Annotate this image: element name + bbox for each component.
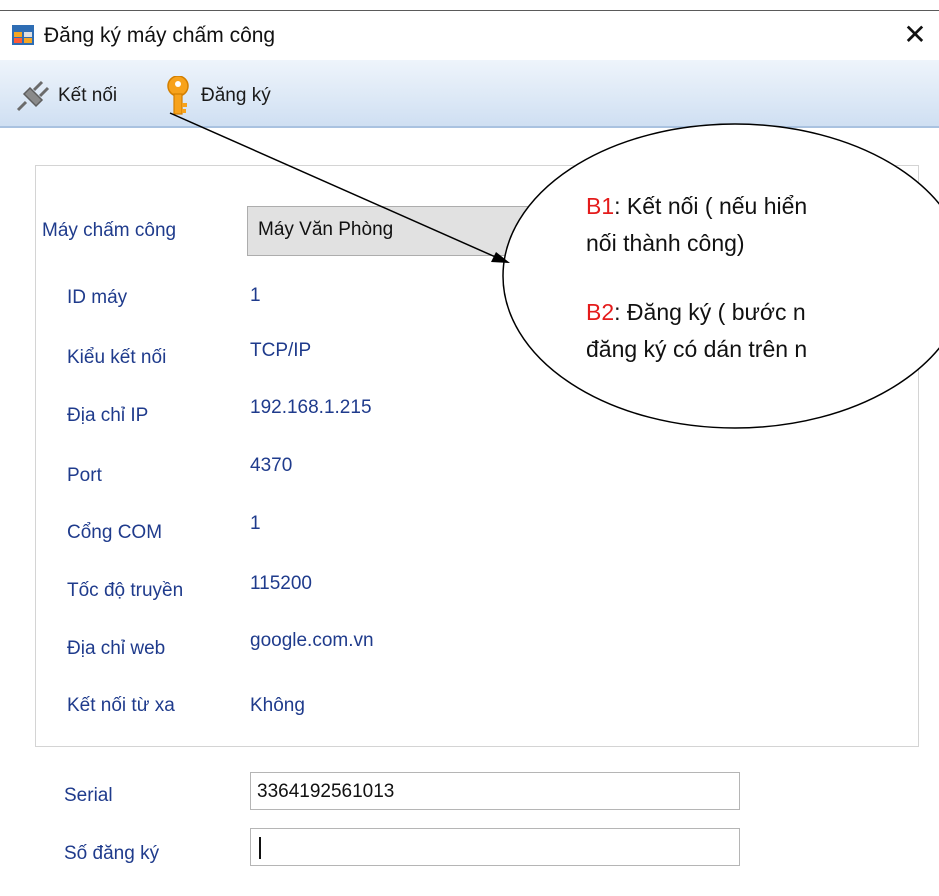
- callout-step2-line2: đăng ký có dán trên n: [586, 336, 808, 362]
- annotation-overlay: [169, 112, 939, 429]
- callout-ellipse: [502, 123, 939, 429]
- callout-arrow-line: [169, 112, 501, 260]
- callout-step1-line1: B1: Kết nối ( nếu hiển: [586, 193, 808, 219]
- callout-step2-line1: B2: Đăng ký ( bước n: [586, 299, 806, 325]
- callout-step1-line2: nối thành công): [586, 230, 745, 256]
